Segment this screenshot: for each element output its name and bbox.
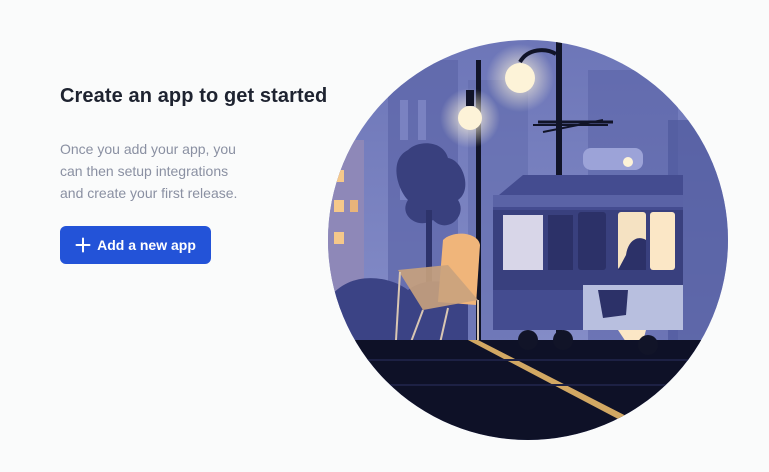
add-new-app-button[interactable]: Add a new app: [60, 226, 211, 264]
empty-state-page: Create an app to get started Once you ad…: [0, 0, 769, 472]
add-new-app-label: Add a new app: [97, 237, 196, 253]
plus-icon: [75, 237, 91, 253]
empty-state-description: Once you add your app, you can then setu…: [60, 138, 270, 204]
tram-illustration: [328, 40, 728, 440]
description-line: can then setup integrations: [60, 163, 229, 179]
empty-state-title: Create an app to get started: [60, 85, 328, 107]
description-line: Once you add your app, you: [60, 141, 236, 157]
description-line: and create your first release.: [60, 185, 238, 201]
